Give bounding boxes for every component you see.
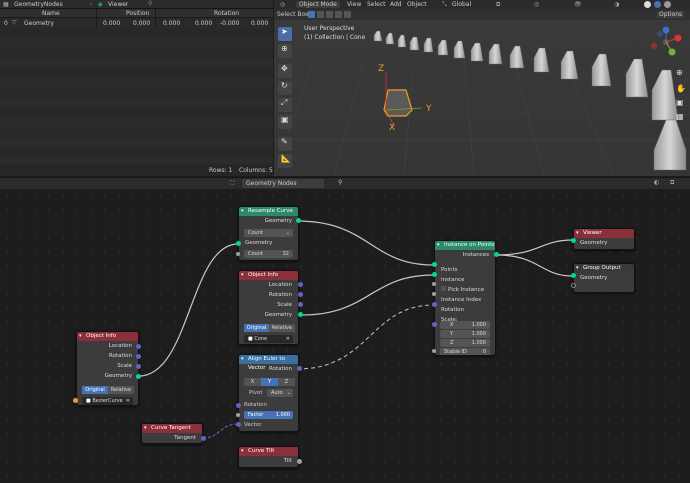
curve-tangent-node[interactable]: Curve Tangent Tangent (141, 423, 203, 444)
socket-label: Rotation (108, 353, 132, 359)
stable-id-field[interactable]: Stable ID 0 (440, 348, 490, 355)
axis-y-toggle[interactable]: Y (261, 378, 278, 386)
factor-field[interactable]: Factor 1.000 (244, 411, 293, 419)
group-output-geometry-socket[interactable] (571, 273, 576, 278)
socket-label: Instance Index (441, 297, 482, 303)
pick-instance-socket[interactable] (432, 282, 436, 286)
node-title[interactable]: Group Output (574, 264, 634, 273)
scale-x-field[interactable]: X 1.000 (440, 321, 490, 329)
socket-label: Rotation (268, 292, 292, 298)
tilt-output-socket[interactable] (297, 459, 302, 464)
geometry-input-socket[interactable] (236, 241, 241, 246)
instances-output-socket[interactable] (494, 252, 499, 257)
scale-output-socket[interactable] (298, 302, 303, 307)
socket-label: Geometry (264, 312, 292, 318)
original-toggle[interactable]: Original (244, 324, 269, 332)
socket-label: Tangent (174, 435, 196, 441)
geometry-output-socket[interactable] (296, 218, 301, 223)
node-title[interactable]: Align Euler to Vector (239, 355, 298, 371)
socket-label: Scale (117, 363, 132, 369)
instance-input-socket[interactable] (432, 272, 437, 277)
object-info-node-bezier[interactable]: Object Info Location Rotation Scale Geom… (76, 331, 139, 406)
axis-z-toggle[interactable]: Z (278, 378, 295, 386)
align-euler-to-vector-node[interactable]: Align Euler to Vector Rotation X Y Z Piv… (238, 354, 299, 432)
stable-id-socket[interactable] (432, 349, 436, 353)
socket-label: Instances (462, 252, 489, 258)
rotation-input-socket[interactable] (236, 403, 241, 408)
pivot-label: Pivot (249, 390, 263, 396)
count-input-socket[interactable] (236, 252, 240, 256)
scale-output-socket[interactable] (136, 364, 141, 369)
socket-label: Rotation (244, 402, 268, 408)
node-title[interactable]: Curve Tangent (142, 424, 202, 433)
socket-label: Rotation (268, 366, 292, 372)
object-field[interactable]: ■ BezierCurve ✕ (82, 397, 133, 405)
vector-input-socket[interactable] (236, 422, 241, 427)
socket-label: Geometry (245, 240, 273, 246)
geometry-output-socket[interactable] (298, 312, 303, 317)
rotation-output-socket[interactable] (298, 292, 303, 297)
axis-x-toggle[interactable]: X (244, 378, 261, 386)
object-input-socket[interactable] (73, 398, 78, 403)
group-output-node[interactable]: Group Output Geometry (573, 263, 635, 293)
mode-dropdown[interactable]: Count ⌄ (244, 229, 293, 237)
rotation-output-socket[interactable] (297, 366, 302, 371)
pivot-dropdown[interactable]: Auto ⌄ (267, 389, 293, 397)
node-title[interactable]: Curve Tilt (239, 447, 298, 456)
socket-label: Geometry (580, 275, 608, 281)
resample-curve-node[interactable]: Resample Curve Geometry Count⌄ Geometry … (238, 206, 299, 261)
node-title[interactable]: Viewer (574, 229, 634, 238)
original-toggle[interactable]: Original (82, 386, 108, 394)
instance-index-socket[interactable] (432, 292, 436, 296)
scale-y-field[interactable]: Y 1.000 (440, 330, 490, 338)
node-title[interactable]: Resample Curve (239, 207, 298, 216)
pick-instance-checkbox[interactable]: Pick Instance (435, 285, 495, 295)
points-input-socket[interactable] (432, 262, 437, 267)
relative-toggle[interactable]: Relative (269, 324, 295, 332)
socket-label: Tilt (283, 458, 292, 464)
tangent-output-socket[interactable] (201, 436, 206, 441)
viewer-node[interactable]: Viewer Geometry (573, 228, 635, 250)
factor-input-socket[interactable] (236, 413, 240, 417)
node-title[interactable]: Object Info (239, 271, 298, 280)
group-output-empty-socket[interactable] (571, 283, 576, 288)
socket-label: Location (268, 282, 292, 288)
socket-label: Scale (277, 302, 292, 308)
relative-toggle[interactable]: Relative (108, 386, 134, 394)
socket-label: Location (108, 343, 132, 349)
location-output-socket[interactable] (136, 344, 141, 349)
instance-on-points-node[interactable]: Instance on Points Instances Points Inst… (434, 240, 496, 356)
rotation-output-socket[interactable] (136, 354, 141, 359)
node-title[interactable]: Object Info (77, 332, 138, 341)
socket-label: Vector (244, 422, 262, 428)
viewer-geometry-socket[interactable] (571, 238, 576, 243)
socket-label: Geometry (104, 373, 132, 379)
scale-input-socket[interactable] (432, 322, 437, 327)
socket-label: Geometry (580, 240, 608, 246)
socket-label: Geometry (264, 218, 292, 224)
socket-label: Points (441, 267, 458, 273)
socket-label: Rotation (441, 307, 465, 313)
curve-tilt-node[interactable]: Curve Tilt Tilt (238, 446, 299, 468)
geometry-output-socket[interactable] (136, 374, 141, 379)
rotation-input-socket[interactable] (432, 302, 437, 307)
scale-z-field[interactable]: Z 1.000 (440, 339, 490, 347)
object-info-node-cone[interactable]: Object Info Location Rotation Scale Geom… (238, 270, 299, 345)
count-field[interactable]: Count 32 (244, 250, 293, 258)
location-output-socket[interactable] (298, 282, 303, 287)
object-field[interactable]: ■ Cone ✕ (244, 335, 293, 343)
socket-label: Instance (441, 277, 465, 283)
node-title[interactable]: Instance on Points (435, 241, 495, 250)
